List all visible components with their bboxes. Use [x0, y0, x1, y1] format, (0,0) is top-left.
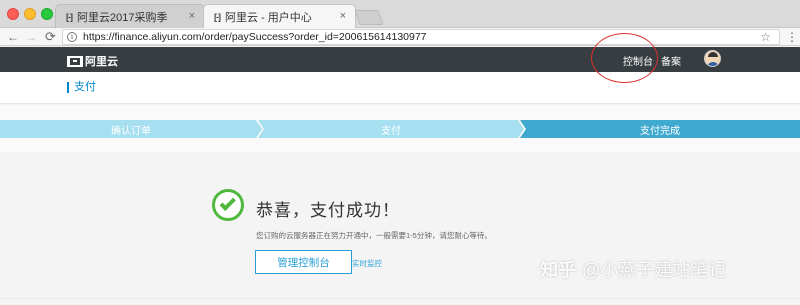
forward-arrow-icon[interactable]: → — [25, 29, 37, 45]
step-confirm-order: 确认订单 — [0, 120, 262, 138]
url-text[interactable]: https://finance.aliyun.com/order/paySucc… — [83, 31, 427, 44]
aliyun-favicon-icon: [-] — [66, 11, 73, 22]
tab-aliyun-promo[interactable]: [-] 阿里云2017采购季 × — [55, 4, 205, 28]
progress-steps: 确认订单 支付 支付完成 — [0, 120, 800, 138]
highlight-annotation-circle — [591, 33, 658, 83]
success-description: 您订购的云服务器正在努力开通中，一般需要1-5分钟，请您耐心等待。 — [256, 231, 492, 240]
back-arrow-icon[interactable]: ← — [7, 29, 19, 45]
manage-console-button[interactable]: 管理控制台 — [255, 250, 352, 274]
divider — [0, 298, 800, 299]
success-title: 恭喜，支付成功！ — [256, 201, 400, 220]
watermark-author: @小燕子建站笔记 — [582, 260, 727, 280]
logo-text: 阿里云 — [85, 56, 118, 68]
address-bar[interactable]: i https://finance.aliyun.com/order/paySu… — [62, 29, 780, 45]
page-subheader: 支付 — [0, 72, 800, 104]
success-check-icon — [212, 189, 244, 221]
tab-close-icon[interactable]: × — [340, 10, 346, 22]
minimize-window-button[interactable] — [24, 8, 36, 20]
step-label: 支付完成 — [640, 125, 680, 137]
zhihu-watermark: 知乎 @小燕子建站笔记 — [540, 256, 726, 282]
spacer — [0, 105, 800, 120]
step-label: 支付 — [381, 125, 401, 137]
watermark-brand: 知乎 — [540, 260, 576, 280]
browser-toolbar: ← → ⟳ i https://finance.aliyun.com/order… — [0, 28, 800, 46]
new-tab-button[interactable] — [354, 10, 384, 25]
step-pay-complete: 支付完成 — [520, 120, 800, 138]
tab-title: 阿里云2017采购季 — [77, 11, 168, 24]
close-window-button[interactable] — [7, 8, 19, 20]
maximize-window-button[interactable] — [41, 8, 53, 20]
tab-strip: [-] 阿里云2017采购季 × [-] 阿里云 - 用户中心 × — [0, 0, 800, 29]
bookmark-star-icon[interactable]: ☆ — [760, 30, 771, 44]
step-label: 确认订单 — [111, 125, 151, 137]
main-content: 恭喜，支付成功！ 您订购的云服务器正在努力开通中，一般需要1-5分钟，请您耐心等… — [0, 152, 800, 305]
tab-user-center[interactable]: [-] 阿里云 - 用户中心 × — [203, 4, 356, 29]
nav-beian-link[interactable]: 备案 — [661, 53, 681, 68]
spacer — [0, 138, 800, 152]
realtime-monitor-link[interactable]: 实时监控 — [352, 258, 382, 269]
browser-window: { "browser": { "tabs": [ {"favicon": "[-… — [0, 0, 800, 305]
aliyun-favicon-icon: [-] — [214, 12, 221, 22]
tab-title: 阿里云 - 用户中心 — [225, 12, 312, 24]
reload-icon[interactable]: ⟳ — [45, 29, 56, 45]
aliyun-logo-icon — [67, 55, 83, 67]
info-icon[interactable]: i — [67, 32, 77, 42]
step-pay: 支付 — [258, 120, 524, 138]
browser-menu-icon[interactable]: ⋮ — [786, 29, 798, 45]
page-title: 支付 — [67, 82, 96, 93]
user-avatar[interactable] — [704, 50, 721, 67]
site-header: 阿里云 控制台 备案 — [0, 47, 800, 72]
tab-close-icon[interactable]: × — [189, 10, 195, 22]
aliyun-logo[interactable]: 阿里云 — [67, 53, 118, 69]
